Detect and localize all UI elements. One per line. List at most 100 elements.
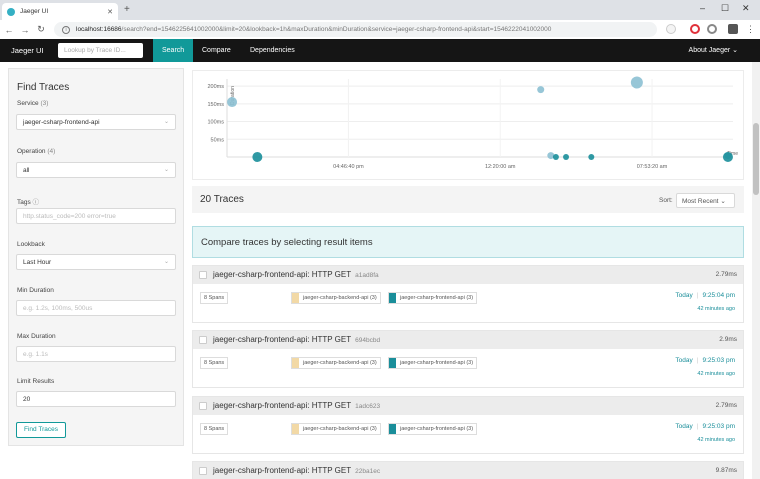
trace-relative-time: 42 minutes ago (697, 371, 735, 377)
trace-start-time: Today | 9:25:03 pm (675, 357, 735, 364)
trace-name[interactable]: jaeger-csharp-frontend-api: HTTP GET 694b… (213, 335, 380, 344)
chevron-down-icon: ⌄ (163, 119, 169, 125)
operation-select[interactable]: all ⌄ (16, 162, 176, 178)
nav-dependencies[interactable]: Dependencies (241, 39, 304, 62)
service-badge-frontend: jaeger-csharp-frontend-api (3) (388, 423, 478, 435)
trace-name[interactable]: jaeger-csharp-frontend-api: HTTP GET a1ad… (213, 270, 379, 279)
reload-icon[interactable]: ↻ (34, 24, 48, 35)
jaeger-favicon-icon (7, 7, 15, 16)
maximize-icon[interactable]: ☐ (721, 3, 729, 14)
trace-point (563, 154, 570, 160)
trace-select-checkbox[interactable] (199, 402, 207, 410)
info-icon[interactable]: i (62, 25, 70, 34)
service-badge-frontend: jaeger-csharp-frontend-api (3) (388, 357, 478, 369)
service-select[interactable]: jaeger-csharp-frontend-api ⌄ (16, 114, 176, 130)
lookback-select[interactable]: Last Hour ⌄ (16, 254, 176, 270)
trace-select-checkbox[interactable] (199, 271, 207, 279)
new-tab-button[interactable]: + (124, 4, 130, 15)
trace-duration: 2.79ms (715, 402, 737, 409)
profile-icon[interactable] (728, 24, 738, 34)
menu-icon[interactable]: ⋮ (746, 24, 756, 34)
jaeger-top-nav: Jaeger UI Lookup by Trace ID... Search C… (0, 39, 760, 62)
trace-scatter-plot[interactable]: 200ms 150ms 100ms 50ms Duration 04:46:40 pm 12… (192, 70, 744, 180)
lookback-label: Lookback (17, 241, 45, 248)
about-jaeger-menu[interactable]: About Jaeger ⌄ (689, 39, 738, 62)
url-host: localhost:16686 (76, 26, 122, 33)
trace-item[interactable]: jaeger-csharp-frontend-api: HTTP GET 694b… (192, 330, 744, 388)
trace-relative-time: 42 minutes ago (697, 306, 735, 312)
compare-traces-banner: Compare traces by selecting result items (192, 226, 744, 258)
trace-duration: 2.79ms (715, 271, 737, 278)
browser-tab-strip: Jaeger UI ✕ + – ☐ ✕ (0, 0, 760, 20)
sort-label: Sort: (659, 197, 673, 204)
star-icon[interactable] (666, 24, 676, 34)
trace-relative-time: 42 minutes ago (697, 437, 735, 443)
x-tick-label: 07:53:20 am (637, 164, 668, 170)
operation-label: Operation (4) (17, 148, 56, 155)
trace-point (630, 76, 643, 89)
y-tick-label: 100ms (207, 120, 224, 126)
jaeger-brand[interactable]: Jaeger UI (11, 46, 44, 55)
find-traces-title: Find Traces (17, 82, 70, 93)
trace-item[interactable]: jaeger-csharp-frontend-api: HTTP GET 22ba… (192, 461, 744, 479)
trace-point (537, 86, 545, 94)
span-count-badge: 8 Spans (200, 292, 229, 304)
trace-point (588, 154, 595, 160)
sync-extension-icon[interactable] (707, 24, 717, 34)
help-icon: ⓘ (32, 199, 40, 206)
min-duration-label: Min Duration (17, 287, 54, 294)
back-icon[interactable]: ← (2, 25, 16, 35)
url-path: /search?end=1546225641002000&limit=20&lo… (121, 26, 552, 33)
trace-duration: 9.87ms (715, 467, 737, 474)
opera-extension-icon[interactable] (690, 24, 700, 34)
service-badge-backend: jaeger-csharp-backend-api (3) (291, 292, 381, 304)
trace-id-lookup-input[interactable]: Lookup by Trace ID... (58, 43, 143, 58)
tags-input[interactable]: http.status_code=200 error=true (16, 208, 176, 224)
find-traces-button[interactable]: Find Traces (16, 422, 66, 438)
nav-compare[interactable]: Compare (193, 39, 240, 62)
trace-name[interactable]: jaeger-csharp-frontend-api: HTTP GET 22ba… (213, 466, 380, 475)
trace-duration: 2.9ms (719, 336, 737, 343)
nav-search[interactable]: Search (153, 39, 193, 62)
close-window-icon[interactable]: ✕ (742, 3, 750, 14)
address-bar[interactable]: i localhost:16686/search?end=15462256410… (54, 22, 657, 37)
trace-select-checkbox[interactable] (199, 467, 207, 475)
service-label: Service (3) (17, 100, 49, 107)
trace-id: 694bcbd (355, 337, 381, 344)
browser-toolbar: ← → ↻ i localhost:16686/search?end=15462… (0, 20, 760, 39)
span-count-badge: 8 Spans (200, 357, 229, 369)
chevron-down-icon: ⌄ (720, 198, 726, 205)
results-count: 20 Traces (200, 194, 244, 205)
trace-id: a1ad8fa (355, 272, 379, 279)
limit-results-label: Limit Results (17, 378, 55, 385)
service-badge-backend: jaeger-csharp-backend-api (3) (291, 423, 381, 435)
service-badge-backend: jaeger-csharp-backend-api (3) (291, 357, 381, 369)
browser-tab[interactable]: Jaeger UI ✕ (2, 3, 118, 20)
trace-point (252, 152, 263, 162)
trace-name[interactable]: jaeger-csharp-frontend-api: HTTP GET 1adc… (213, 401, 380, 410)
y-tick-label: 200ms (207, 84, 224, 90)
sort-select[interactable]: Most Recent ⌄ (676, 193, 735, 208)
trace-start-time: Today | 9:25:04 pm (675, 292, 735, 299)
x-tick-label: 04:46:40 pm (333, 164, 364, 170)
minimize-icon[interactable]: – (700, 3, 705, 13)
tab-title: Jaeger UI (20, 8, 49, 15)
scatter-svg: 200ms150ms100ms50msDuration04:46:40 pm 12… (207, 76, 738, 170)
span-count-badge: 8 Spans (200, 423, 229, 435)
max-duration-input[interactable]: e.g. 1.1s (16, 346, 176, 362)
trace-select-checkbox[interactable] (199, 336, 207, 344)
trace-item[interactable]: jaeger-csharp-frontend-api: HTTP GET 1adc… (192, 396, 744, 454)
close-tab-icon[interactable]: ✕ (107, 8, 113, 16)
limit-results-input[interactable]: 20 (16, 391, 176, 407)
service-badge-frontend: jaeger-csharp-frontend-api (3) (388, 292, 478, 304)
trace-id: 22ba1ec (355, 468, 381, 475)
y-tick-label: 150ms (207, 102, 224, 108)
trace-item[interactable]: jaeger-csharp-frontend-api: HTTP GET a1ad… (192, 265, 744, 323)
scrollbar-thumb[interactable] (753, 123, 759, 195)
y-tick-label: 50ms (211, 137, 225, 143)
forward-icon[interactable]: → (18, 25, 32, 35)
tags-label: Tags ⓘ (17, 199, 40, 206)
chevron-down-icon: ⌄ (163, 167, 169, 173)
min-duration-input[interactable]: e.g. 1.2s, 100ms, 500us (16, 300, 176, 316)
trace-point (552, 154, 559, 160)
